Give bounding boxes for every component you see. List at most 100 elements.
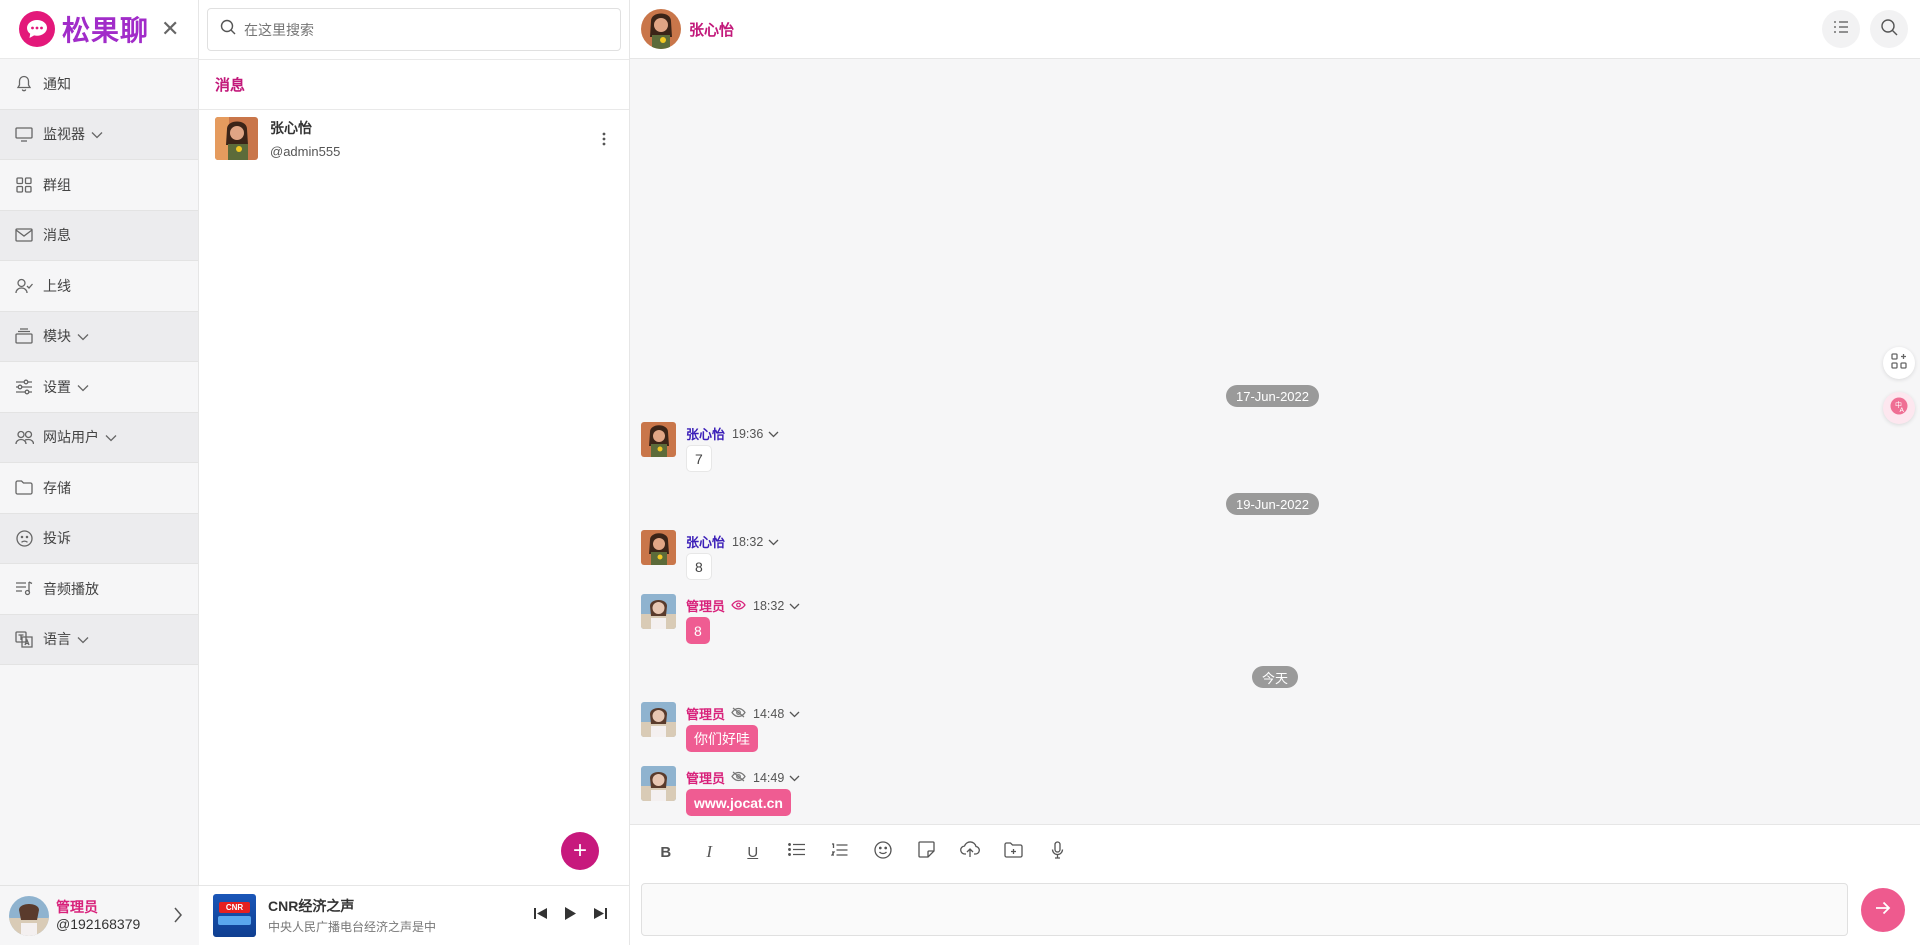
close-sidebar-icon[interactable]: ✕ [161,16,179,42]
avatar[interactable] [641,422,676,457]
sidebar-item-label: 音频播放 [43,580,99,597]
message-input[interactable] [641,883,1848,936]
chevron-down-icon[interactable] [789,598,800,613]
sidebar-item-complaints[interactable]: 投诉 [0,513,198,564]
message-meta: 张心怡 19:36 [686,424,779,443]
translate-floating-button[interactable]: 中A [1883,392,1915,424]
bell-icon [14,74,34,94]
message-time: 19:36 [732,426,764,441]
translate-icon [14,629,34,649]
sidebar-item-label: 群组 [43,176,71,193]
sticker-button[interactable] [905,839,949,865]
sidebar-item-modules[interactable]: 模块 [0,311,198,362]
sidebar-item-online[interactable]: 上线 [0,261,198,312]
folder-icon [14,478,34,498]
avatar[interactable] [641,594,676,629]
skip-previous-icon[interactable] [534,907,547,925]
current-user-handle: @192168379 [56,915,141,932]
svg-text:A: A [1900,406,1905,414]
date-divider: 今天 [1252,666,1299,688]
player-subtitle: 中央人民广播电台经济之声是中 [268,920,437,934]
message-link-bubble[interactable]: www.jocat.cn [686,789,791,816]
plus-icon: + [572,837,587,864]
message-sender: 张心怡 [686,535,726,550]
sidebar-item-storage[interactable]: 存储 [0,463,198,514]
chevron-down-icon[interactable] [768,426,779,441]
avatar[interactable] [641,9,681,49]
station-cover: CNR [213,894,256,937]
sidebar-item-label: 上线 [43,277,71,294]
app-title: 松果聊 [62,15,150,46]
sidebar-item-notifications[interactable]: 通知 [0,59,198,110]
sidebar-item-audio[interactable]: 音频播放 [0,564,198,615]
player-text: CNR经济之声 中央人民广播电台经济之声是中 [268,896,444,935]
message-sender: 管理员 [686,599,726,614]
play-icon[interactable] [565,907,576,925]
sidebar-item-label: 模块 [43,328,71,345]
sliders-icon [14,377,34,397]
numbered-list-button[interactable] [818,839,862,865]
message-sender: 管理员 [686,707,726,722]
playlist-icon [14,579,34,599]
chat-search-button[interactable] [1870,10,1908,48]
new-chat-button[interactable]: + [561,832,599,870]
message-meta: 管理员 14:48 [686,704,800,723]
sidebar-item-groups[interactable]: 群组 [0,160,198,211]
current-user-text: 管理员 @192168379 [56,899,140,933]
folder-plus-icon [1004,841,1023,863]
sidebar-item-label: 消息 [43,227,71,244]
bold-button[interactable]: B [644,839,688,865]
sidebar-item-label: 设置 [43,378,71,395]
chevron-down-icon[interactable] [768,534,779,549]
user-check-icon [14,276,34,296]
avatar[interactable] [641,530,676,565]
sidebar-item-settings[interactable]: 设置 [0,362,198,413]
emoji-icon [874,840,892,864]
send-button[interactable] [1861,888,1905,932]
upload-button[interactable] [949,839,993,865]
message-meta: 管理员 18:32 [686,596,800,615]
conversation-item[interactable]: 张心怡 @admin555 [199,110,629,167]
upload-cloud-icon [960,841,981,863]
seen-eye-icon [731,598,746,613]
search-input[interactable] [242,20,582,39]
chevron-right-icon[interactable] [173,907,183,928]
chat-logo-icon [19,11,55,47]
voice-record-button[interactable] [1036,839,1080,865]
avatar[interactable] [641,766,676,801]
conversation-panel: 消息 张心怡 @admin555 + CNR CNR经济之声 中央人民广播电台经… [199,0,630,945]
sidebar-item-language[interactable]: 语言 [0,614,198,665]
sidebar-item-label: 投诉 [43,530,71,547]
italic-button[interactable]: I [688,839,732,865]
formatting-toolbar: B I U [644,839,1079,865]
mail-icon [14,225,34,245]
sidebar-item-messages[interactable]: 消息 [0,210,198,261]
avatar [215,117,258,160]
chevron-down-icon[interactable] [789,706,800,721]
chevron-down-icon [91,126,103,142]
attach-folder-button[interactable] [992,839,1036,865]
chat-contact-name[interactable]: 张心怡 [689,19,734,40]
skip-next-icon[interactable] [594,907,607,925]
message-time: 18:32 [732,534,764,549]
message-sender: 管理员 [686,771,726,786]
more-vertical-icon[interactable] [602,132,606,151]
sidebar-item-site-users[interactable]: 网站用户 [0,412,198,463]
numbered-list-icon [831,842,848,862]
underline-button[interactable]: U [731,839,775,865]
date-divider: 19-Jun-2022 [1226,493,1319,515]
current-user-panel[interactable]: 管理员 @192168379 [0,885,199,945]
search-box [207,8,621,51]
avatar[interactable] [641,702,676,737]
emoji-button[interactable] [862,839,906,865]
sticker-icon [918,841,935,863]
chevron-down-icon [77,631,89,647]
monitor-icon [14,124,34,144]
sidebar-item-label: 语言 [43,631,71,648]
chevron-down-icon[interactable] [789,770,800,785]
chat-list-button[interactable] [1822,10,1860,48]
bullet-list-button[interactable] [775,839,819,865]
app-root: 松果聊 ✕ 通知 监视器 群组 消息 上线 模块 设置 网站用户 存储 投诉 音… [0,0,1920,945]
apps-add-button[interactable] [1883,347,1915,379]
sidebar-item-monitor[interactable]: 监视器 [0,109,198,160]
